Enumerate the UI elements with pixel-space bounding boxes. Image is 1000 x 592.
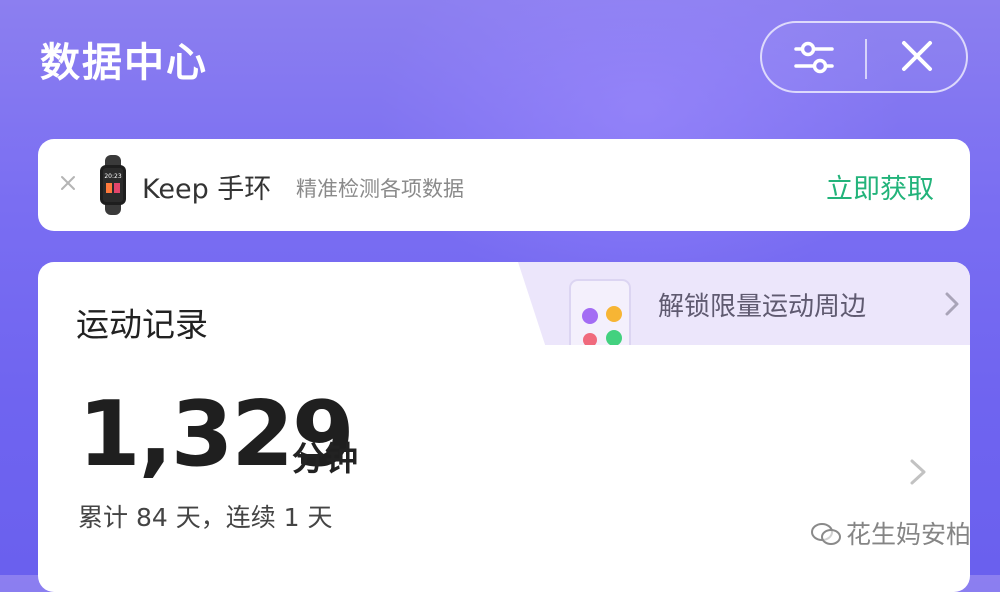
section-title: 运动记录 xyxy=(76,305,208,344)
sliders-icon xyxy=(794,41,834,74)
promo-brand: Keep 手环 xyxy=(142,174,272,205)
record-details-button[interactable] xyxy=(908,458,928,490)
fitness-band-icon: 20:23 xyxy=(96,155,130,219)
streak-summary: 累计 84 天，连续 1 天 xyxy=(78,503,333,532)
close-icon xyxy=(61,176,75,190)
wechat-icon xyxy=(811,523,841,545)
minutes-unit: 分钟 xyxy=(292,439,358,478)
svg-text:20:23: 20:23 xyxy=(104,173,121,180)
chevron-right-icon xyxy=(945,292,959,316)
get-now-button[interactable]: 立即获取 xyxy=(826,167,934,206)
settings-button[interactable] xyxy=(762,23,862,91)
promo-description: 精准检测各项数据 xyxy=(296,177,464,201)
dismiss-promo-button[interactable] xyxy=(58,173,78,193)
unlock-merch-label: 解锁限量运动周边 xyxy=(658,292,867,322)
close-button[interactable] xyxy=(866,23,966,91)
unlock-merch-link[interactable]: 解锁限量运动周边 xyxy=(518,262,970,345)
chevron-right-icon xyxy=(910,459,926,485)
page-title: 数据中心 xyxy=(40,40,208,86)
phone-stickers-icon xyxy=(568,278,632,345)
close-icon xyxy=(902,41,932,71)
header-actions xyxy=(760,21,968,93)
watermark-text: 花生妈安柏 xyxy=(846,520,972,549)
promo-banner: 20:23 Keep 手环 精准检测各项数据 立即获取 xyxy=(38,139,970,231)
